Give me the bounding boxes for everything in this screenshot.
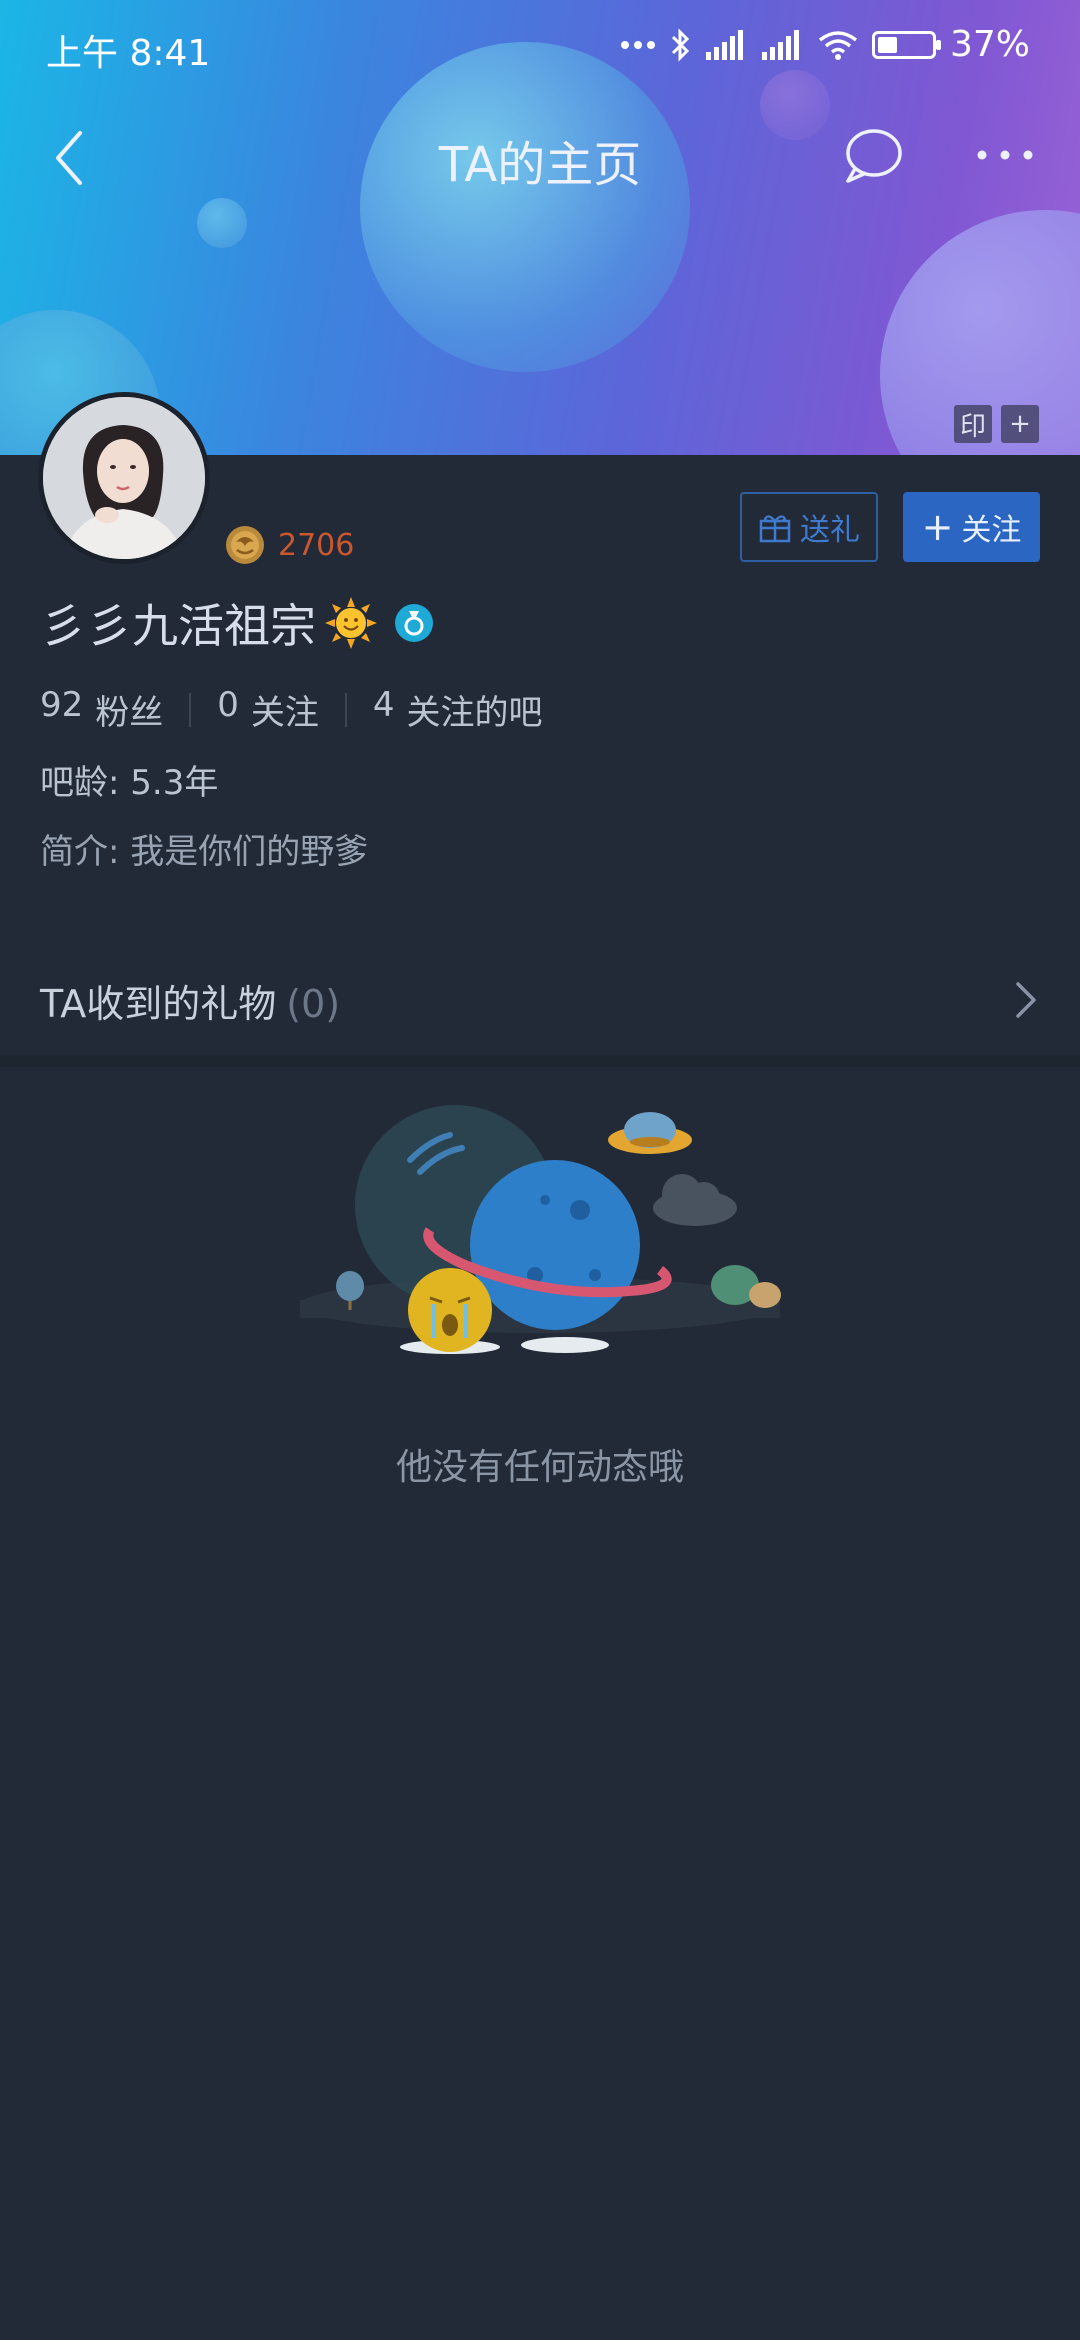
followed-bars-label: 关注的吧	[406, 693, 543, 733]
name-row: 彡彡九活祖宗	[40, 590, 434, 656]
following-count: 0	[217, 685, 239, 725]
fans-count: 92	[40, 685, 84, 725]
chat-icon[interactable]	[840, 123, 906, 189]
signal-icon	[705, 29, 743, 60]
stamp-button[interactable]: 印	[954, 405, 992, 443]
gift-icon	[759, 515, 791, 543]
battery-percent: 37%	[949, 24, 1030, 65]
bio: 简介: 我是你们的野爹	[40, 832, 369, 872]
level-number: 2706	[278, 528, 355, 563]
verified-ring-icon	[395, 604, 433, 642]
battery-fill	[877, 36, 898, 53]
received-gifts-title: TA收到的礼物 (0)	[40, 973, 340, 1028]
follow-button[interactable]: + 关注	[903, 492, 1040, 562]
dots-icon	[620, 40, 655, 49]
status-icons: 37%	[620, 24, 1030, 65]
stat-divider	[189, 692, 192, 727]
empty-state-illustration	[300, 1105, 781, 1354]
wifi-icon	[818, 30, 858, 60]
status-bar: 上午 8:41 37%	[0, 0, 1080, 92]
banner-planet-small	[197, 198, 247, 248]
more-icon[interactable]	[970, 125, 1040, 185]
follow-label: 关注	[961, 513, 1022, 548]
stat-followed-bars[interactable]: 4 关注的吧	[373, 685, 543, 734]
received-gifts-row[interactable]: TA收到的礼物 (0)	[0, 945, 1080, 1055]
followed-bars-count: 4	[372, 685, 395, 725]
received-gifts-label: TA收到的礼物	[40, 982, 277, 1026]
level-badge-icon	[226, 526, 264, 564]
following-label: 关注	[250, 693, 319, 733]
profile-banner: 上午 8:41 37% TA的主页 印 +	[0, 0, 1080, 455]
user-name: 彡彡九活祖宗	[40, 599, 316, 653]
sun-emoji-icon	[325, 597, 377, 649]
section-divider	[0, 1055, 1080, 1067]
fans-label: 粉丝	[95, 693, 164, 733]
chevron-right-icon	[1016, 982, 1036, 1018]
stat-following[interactable]: 0 关注	[217, 685, 319, 734]
top-nav: TA的主页	[0, 105, 1080, 205]
status-time: 上午 8:41	[46, 33, 211, 74]
signal-icon-2	[761, 29, 799, 60]
bar-age: 吧龄: 5.3年	[40, 763, 219, 803]
page-title: TA的主页	[438, 137, 642, 193]
empty-state-text: 他没有任何动态哦	[395, 1447, 684, 1488]
stat-fans[interactable]: 92 粉丝	[40, 685, 163, 734]
avatar[interactable]	[38, 392, 210, 564]
bluetooth-icon	[671, 27, 690, 62]
send-gift-button[interactable]: 送礼	[740, 492, 878, 562]
received-gifts-count: (0)	[286, 982, 341, 1026]
stats-row: 92 粉丝 0 关注 4 关注的吧	[40, 685, 543, 734]
plus-icon: +	[921, 505, 954, 549]
battery-icon	[871, 30, 941, 59]
send-gift-label: 送礼	[800, 513, 860, 548]
stat-divider	[344, 692, 347, 727]
avatar-image	[43, 397, 205, 559]
banner-add-button[interactable]: +	[1001, 405, 1039, 443]
